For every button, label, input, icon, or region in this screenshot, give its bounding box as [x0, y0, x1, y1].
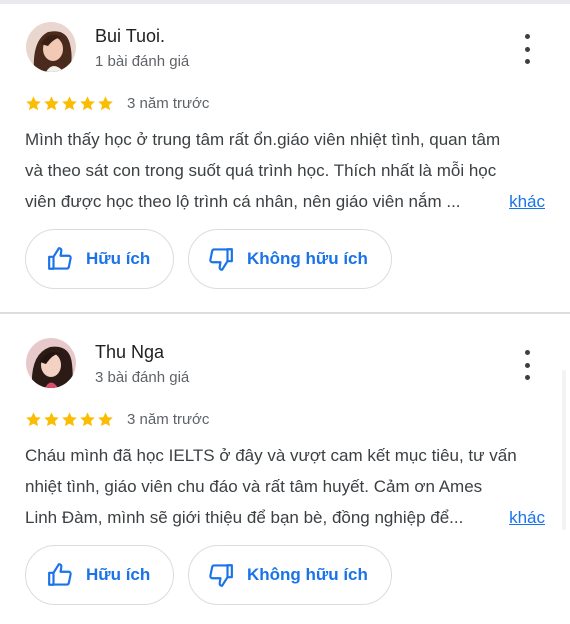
review-line: Linh Đàm, mình sẽ giới thiệu để bạn bè, … — [25, 508, 464, 527]
star-icon — [98, 96, 113, 111]
star-rating — [25, 411, 114, 428]
avatar[interactable] — [26, 22, 76, 72]
rating-row: 3 năm trước — [25, 411, 209, 428]
reviewer-review-count: 1 bài đánh giá — [95, 53, 190, 70]
reviewer-name[interactable]: Thu Nga — [95, 342, 164, 363]
not-helpful-label: Không hữu ích — [247, 565, 368, 584]
reviewer-name[interactable]: Bui Tuoi. — [95, 26, 165, 47]
star-icon — [80, 96, 95, 111]
review-line: Mình thấy học ở trung tâm rất ổn.giáo vi… — [25, 130, 501, 149]
star-icon — [44, 412, 59, 427]
thumb-down-icon — [207, 245, 235, 273]
review-date: 3 năm trước — [127, 95, 210, 112]
review-line: Cháu mình đã học IELTS ở đây và vượt cam… — [25, 446, 517, 465]
scrollbar[interactable] — [562, 370, 566, 530]
star-icon — [26, 96, 41, 111]
more-vert-icon — [524, 34, 530, 39]
review-line: và theo sát con trong suốt quá trình học… — [25, 161, 497, 180]
rating-row: 3 năm trước — [25, 95, 209, 112]
helpful-label: Hữu ích — [86, 565, 151, 584]
top-separator — [0, 0, 570, 4]
thumb-up-icon — [46, 561, 74, 589]
reviewer-review-count: 3 bài đánh giá — [95, 369, 190, 386]
star-icon — [98, 412, 113, 427]
review-line: nhiệt tình, giáo viên chu đáo và rất tâm… — [25, 477, 483, 496]
more-options-button[interactable] — [518, 34, 536, 64]
review-line: viên được học theo lộ trình cá nhân, nên… — [25, 192, 461, 211]
star-icon — [80, 412, 95, 427]
review-text: Cháu mình đã học IELTS ở đây và vượt cam… — [25, 440, 545, 533]
review-line-last: viên được học theo lộ trình cá nhân, nên… — [25, 186, 545, 217]
review-card: Thu Nga 3 bài đánh giá 3 năm trước Cháu … — [0, 330, 570, 620]
helpful-label: Hữu ích — [86, 249, 151, 268]
review-date: 3 năm trước — [127, 411, 210, 428]
not-helpful-button[interactable]: Không hữu ích — [188, 545, 392, 605]
more-vert-icon — [524, 350, 530, 355]
review-divider — [0, 312, 570, 314]
helpful-button[interactable]: Hữu ích — [25, 545, 174, 605]
thumb-up-icon — [46, 245, 74, 273]
star-rating — [25, 95, 114, 112]
more-options-button[interactable] — [518, 350, 536, 380]
star-icon — [62, 96, 77, 111]
not-helpful-button[interactable]: Không hữu ích — [188, 229, 392, 289]
more-link[interactable]: khác — [501, 502, 545, 533]
helpful-button[interactable]: Hữu ích — [25, 229, 174, 289]
review-line-last: Linh Đàm, mình sẽ giới thiệu để bạn bè, … — [25, 502, 545, 533]
review-text: Mình thấy học ở trung tâm rất ổn.giáo vi… — [25, 124, 545, 217]
more-link[interactable]: khác — [501, 186, 545, 217]
star-icon — [44, 96, 59, 111]
star-icon — [26, 412, 41, 427]
star-icon — [62, 412, 77, 427]
review-card: Bui Tuoi. 1 bài đánh giá 3 năm trước Mìn… — [0, 14, 570, 312]
avatar[interactable] — [26, 338, 76, 388]
thumb-down-icon — [207, 561, 235, 589]
not-helpful-label: Không hữu ích — [247, 249, 368, 268]
